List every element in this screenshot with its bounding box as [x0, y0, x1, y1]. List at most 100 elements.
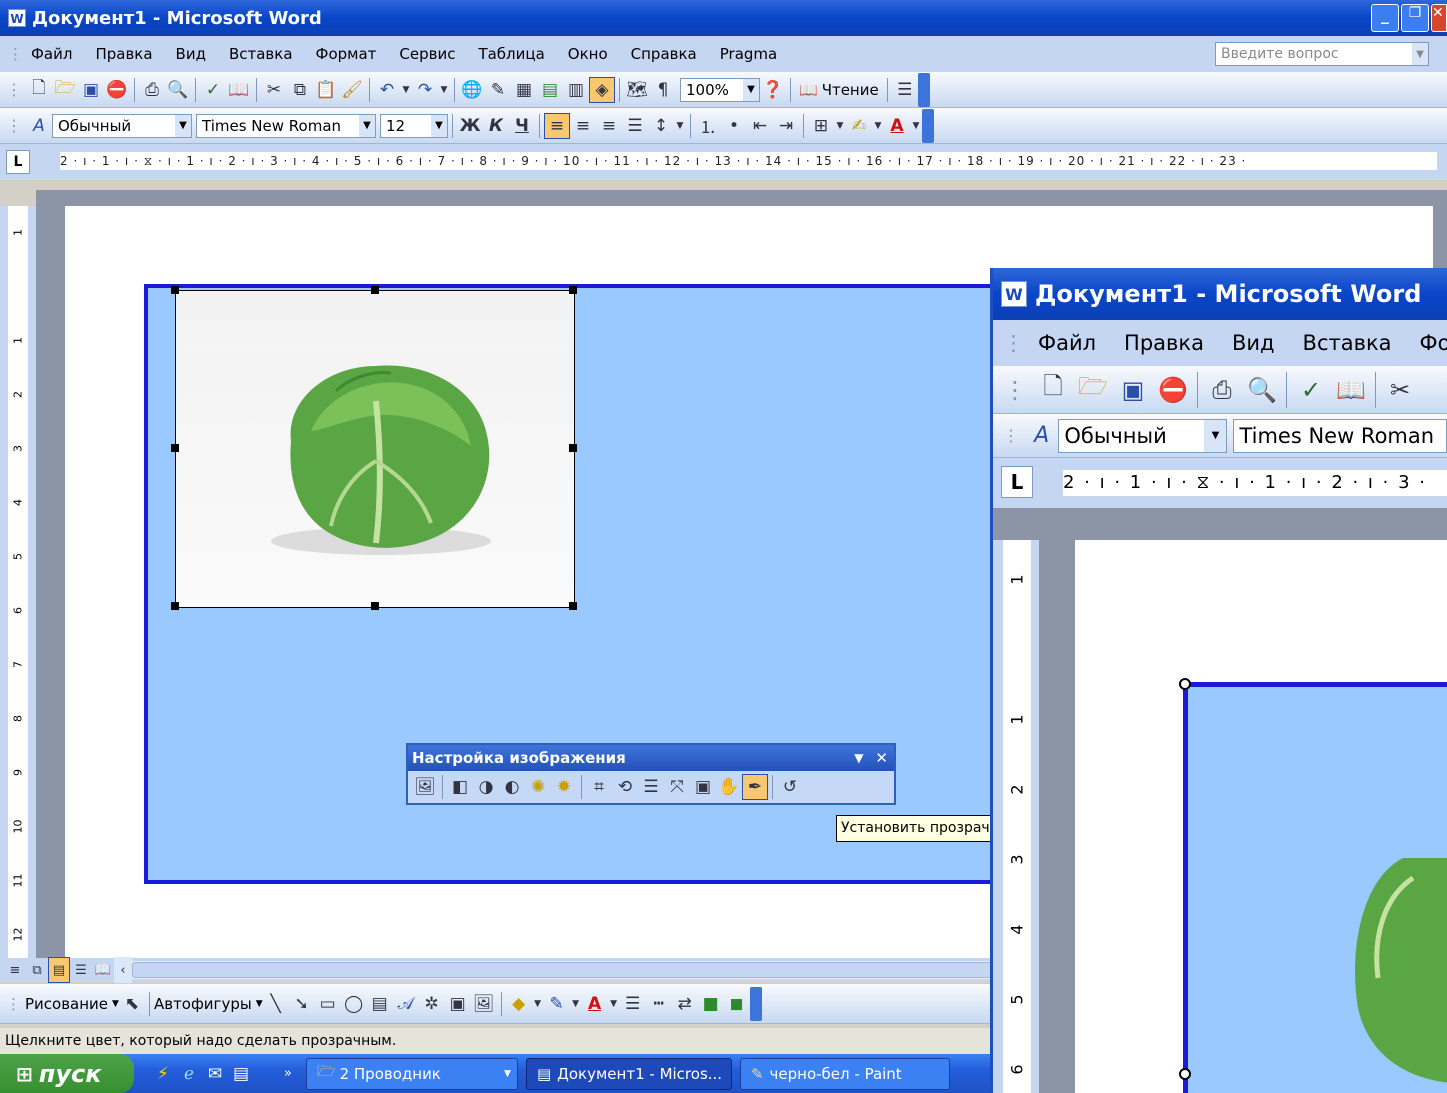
menu-item-edit[interactable]: Правка: [95, 45, 152, 63]
menu-item-pragma[interactable]: Pragma: [720, 45, 777, 63]
compress-pictures-icon[interactable]: ⤧: [664, 774, 690, 800]
menu-item-insert[interactable]: Вставка: [229, 45, 293, 63]
styles-pane-icon[interactable]: A: [1025, 423, 1058, 449]
toolbar-options-icon[interactable]: ▼: [854, 751, 863, 765]
save-icon[interactable]: ▣: [78, 77, 104, 103]
print-preview-icon[interactable]: 🔍: [165, 77, 191, 103]
menu-item-view[interactable]: Вид: [1232, 331, 1275, 355]
format-toolbar-overflow-icon[interactable]: [922, 108, 934, 143]
line-icon[interactable]: ╲: [263, 991, 289, 1017]
font-dropdown-icon[interactable]: ▼: [359, 114, 375, 137]
internet-explorer-icon[interactable]: ℯ: [176, 1061, 202, 1087]
canvas-handle[interactable]: [1179, 1068, 1191, 1080]
insert-picture-icon[interactable]: 🖼: [412, 774, 438, 800]
tab-selector[interactable]: L: [6, 150, 30, 174]
style-combo-2[interactable]: Обычный ▼: [1058, 418, 1228, 453]
toolbar-overflow-icon[interactable]: [917, 72, 930, 107]
minimize-button[interactable]: _: [1371, 4, 1399, 32]
menu-item-file[interactable]: Файл: [1038, 331, 1096, 355]
permission-icon[interactable]: ⛔: [104, 77, 130, 103]
columns-icon[interactable]: ▥: [563, 77, 589, 103]
new-document-icon[interactable]: 🗋: [1033, 370, 1073, 410]
menu-item-format[interactable]: Формат: [316, 45, 377, 63]
reset-picture-icon[interactable]: ↺: [777, 774, 803, 800]
font-color-icon[interactable]: A: [884, 113, 910, 139]
start-button[interactable]: ⊞ пуск: [0, 1054, 134, 1093]
help-icon[interactable]: ❓: [760, 77, 786, 103]
arrow-style-icon[interactable]: ⇄: [672, 991, 698, 1017]
menu-item-edit[interactable]: Правка: [1124, 331, 1204, 355]
line-color-dropdown-icon[interactable]: ▼: [570, 991, 582, 1017]
new-document-icon[interactable]: 🗋: [26, 77, 52, 103]
italic-button[interactable]: К: [483, 113, 509, 139]
menu-item-file[interactable]: Файл: [31, 45, 72, 63]
research-icon[interactable]: 📖: [1331, 370, 1371, 410]
save-icon[interactable]: ▣: [1113, 370, 1153, 410]
rectangle-icon[interactable]: ▭: [315, 991, 341, 1017]
word-quicklaunch-icon[interactable]: ▤: [228, 1061, 254, 1087]
hyperlink-icon[interactable]: 🌐: [459, 77, 485, 103]
line-spacing-dropdown-icon[interactable]: ▼: [674, 113, 686, 139]
text-box-icon[interactable]: ▤: [367, 991, 393, 1017]
diagram-icon[interactable]: ✲: [419, 991, 445, 1017]
taskbar-item-explorer[interactable]: 🗁 2 Проводник ▼: [305, 1057, 518, 1090]
show-desktop-icon[interactable]: ⚡: [150, 1061, 176, 1087]
resize-handle[interactable]: [171, 286, 179, 294]
increase-indent-icon[interactable]: ⇥: [773, 113, 799, 139]
reading-button[interactable]: 📖 Чтение: [799, 81, 879, 99]
draw-menu[interactable]: Рисование ▼: [25, 995, 119, 1013]
normal-view-icon[interactable]: ≡: [4, 957, 26, 983]
drawing-toolbar-overflow-icon[interactable]: [749, 986, 762, 1021]
resize-handle[interactable]: [569, 286, 577, 294]
tables-borders-icon[interactable]: ✎: [485, 77, 511, 103]
research-icon[interactable]: 📖: [226, 77, 252, 103]
set-transparent-color-icon[interactable]: ✒: [742, 774, 768, 800]
menu-item-format[interactable]: Формат: [1420, 331, 1447, 355]
style-combo[interactable]: Обычный ▼: [52, 113, 192, 138]
lettuce-picture[interactable]: [175, 290, 575, 608]
highlight-dropdown-icon[interactable]: ▼: [872, 113, 884, 139]
outlook-express-icon[interactable]: ✉: [202, 1061, 228, 1087]
paste-icon[interactable]: 📋: [313, 77, 339, 103]
spelling-icon[interactable]: ✓: [1291, 370, 1331, 410]
print-layout-icon[interactable]: ▤: [48, 957, 70, 983]
crop-icon[interactable]: ⌗: [586, 774, 612, 800]
fill-color-dropdown-icon[interactable]: ▼: [532, 991, 544, 1017]
menu-item-window[interactable]: Окно: [568, 45, 608, 63]
redo-icon[interactable]: ↷: [412, 77, 438, 103]
autoshapes-menu[interactable]: Автофигуры ▼: [154, 995, 263, 1013]
print-icon[interactable]: ⎙: [139, 77, 165, 103]
dash-style-icon[interactable]: ┅: [646, 991, 672, 1017]
line-style-icon[interactable]: ☰: [620, 991, 646, 1017]
quicklaunch-overflow-icon[interactable]: »: [284, 1066, 292, 1081]
highlight-icon[interactable]: ✍: [846, 113, 872, 139]
taskbar-item-word[interactable]: ▤ Документ1 - Micros...: [525, 1057, 732, 1090]
underline-button[interactable]: Ч: [509, 113, 535, 139]
vertical-ruler-scale[interactable]: 1 1 2 3 4 5 6 7 8 9 10 11 12: [8, 206, 28, 958]
resize-handle[interactable]: [569, 602, 577, 610]
font-combo-2[interactable]: Times New Roman: [1233, 418, 1447, 453]
insert-excel-icon[interactable]: ▤: [537, 77, 563, 103]
line-style-icon[interactable]: ☰: [638, 774, 664, 800]
undo-dropdown-icon[interactable]: ▼: [400, 77, 412, 103]
title-bar-2[interactable]: W Документ1 - Microsoft Word: [993, 268, 1447, 320]
text-wrapping-icon[interactable]: ▣: [690, 774, 716, 800]
insert-table-icon[interactable]: ▦: [511, 77, 537, 103]
format-picture-icon[interactable]: ✋: [716, 774, 742, 800]
less-contrast-icon[interactable]: ◐: [499, 774, 525, 800]
horizontal-scrollbar[interactable]: [132, 961, 1192, 979]
clip-art-icon[interactable]: ▣: [445, 991, 471, 1017]
resize-handle[interactable]: [569, 444, 577, 452]
cut-icon[interactable]: ✂: [1380, 370, 1420, 410]
line-color-icon[interactable]: ✎: [544, 991, 570, 1017]
justify-icon[interactable]: ☰: [622, 113, 648, 139]
color-icon[interactable]: ◧: [447, 774, 473, 800]
select-objects-icon[interactable]: ⬉: [119, 991, 145, 1017]
cut-icon[interactable]: ✂: [261, 77, 287, 103]
help-question-input[interactable]: Введите вопрос ▼: [1215, 42, 1429, 66]
spelling-icon[interactable]: ✓: [200, 77, 226, 103]
permission-icon[interactable]: ⛔: [1153, 370, 1193, 410]
copy-icon[interactable]: ⧉: [287, 77, 313, 103]
wordart-icon[interactable]: 𝒜: [393, 991, 419, 1017]
print-icon[interactable]: ⎙: [1202, 370, 1242, 410]
